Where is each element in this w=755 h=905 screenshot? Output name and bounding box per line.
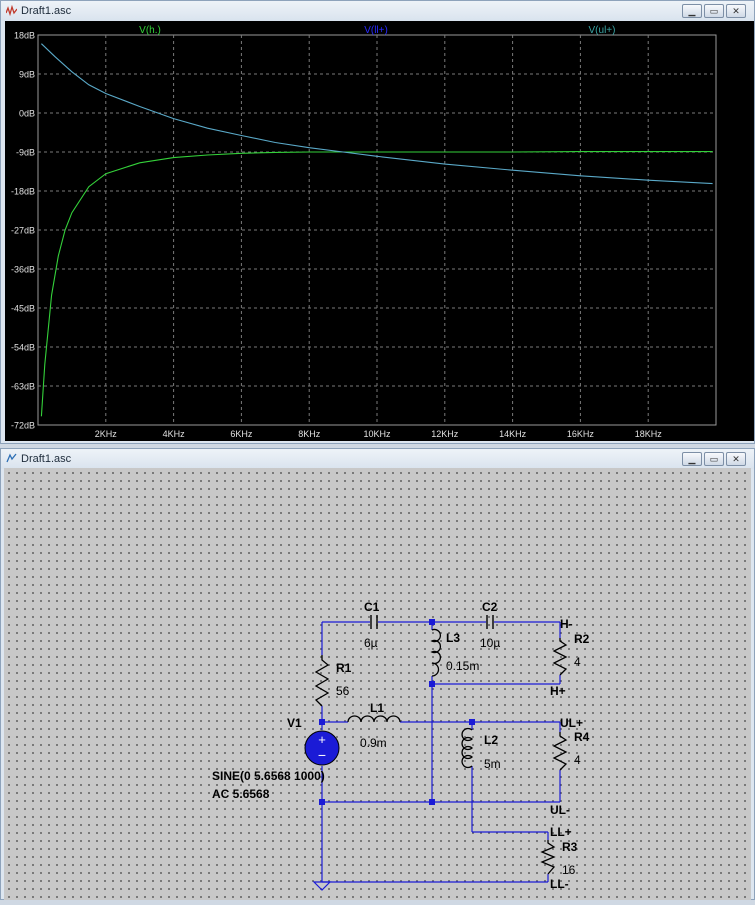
net-label-h-plus: H+ — [550, 684, 566, 698]
l2-name: L2 — [484, 733, 498, 747]
trace-label-h[interactable]: V(h.) — [139, 25, 161, 36]
inductor-l2[interactable] — [461, 727, 473, 769]
x-tick-label: 2KHz — [95, 429, 118, 439]
inductor-l1[interactable] — [347, 715, 401, 723]
c1-value: 6µ — [364, 636, 378, 650]
plot-window-title: Draft1.asc — [21, 5, 72, 17]
waveform-chart[interactable]: 18dB 9dB 0dB -9dB -18dB -27dB -36dB -45dB -54dB -… — [5, 21, 754, 441]
y-tick-label: -54dB — [11, 343, 35, 353]
net-label-h-minus: H- — [560, 617, 573, 631]
schematic-window-titlebar[interactable]: Draft1.asc ▁ ▭ ✕ — [1, 449, 754, 469]
y-tick-label: -72dB — [11, 421, 35, 431]
r1-name: R1 — [336, 661, 352, 675]
y-tick-label: -27dB — [11, 226, 35, 236]
x-tick-label: 6KHz — [230, 429, 253, 439]
y-tick-label: 18dB — [14, 31, 35, 41]
y-tick-label: 0dB — [19, 109, 35, 119]
v1-name: V1 — [287, 716, 302, 730]
x-axis-labels: 2KHz 4KHz 6KHz 8KHz 10KHz 12KHz 14KHz 16KHz 18KH… — [95, 429, 662, 439]
r2-name: R2 — [574, 632, 590, 646]
y-tick-label: -18dB — [11, 187, 35, 197]
close-button[interactable]: ✕ — [726, 4, 746, 18]
circuit-diagram[interactable]: + − C1 6µ C2 10µ L3 0.15m L1 0.9m L2 5m … — [4, 468, 751, 900]
c2-value: 10µ — [480, 636, 500, 650]
junctions — [319, 619, 475, 805]
inductor-l3[interactable] — [430, 628, 442, 677]
c1-name: C1 — [364, 600, 380, 614]
y-tick-label: 9dB — [19, 70, 35, 80]
r1-value: 56 — [336, 684, 350, 698]
waveform-icon — [6, 5, 17, 16]
x-tick-label: 18KHz — [635, 429, 663, 439]
plot-window-titlebar[interactable]: Draft1.asc ▁ ▭ ✕ — [1, 1, 754, 21]
close-icon: ✕ — [732, 453, 740, 464]
c2-name: C2 — [482, 600, 498, 614]
net-label-ll-plus: LL+ — [550, 825, 572, 839]
minimize-button[interactable]: ▁ — [682, 4, 702, 18]
minimize-button[interactable]: ▁ — [682, 452, 702, 466]
y-tick-label: -63dB — [11, 382, 35, 392]
x-tick-label: 14KHz — [499, 429, 527, 439]
resistor-r4[interactable] — [552, 732, 568, 771]
minimize-icon: ▁ — [688, 453, 696, 464]
r4-value: 4 — [574, 753, 581, 767]
trace-label-ll[interactable]: V(ll+) — [364, 25, 388, 36]
waveform-plot[interactable]: 18dB 9dB 0dB -9dB -18dB -27dB -36dB -45dB -54dB -… — [5, 21, 754, 441]
y-axis-labels: 18dB 9dB 0dB -9dB -18dB -27dB -36dB -45dB -54dB -… — [11, 31, 35, 431]
net-label-ll-minus: LL- — [550, 877, 569, 891]
plot-window: Draft1.asc ▁ ▭ ✕ 18dB 9dB 0dB -9dB -18dB -27d… — [0, 0, 755, 444]
net-label-ul-minus: UL- — [550, 803, 570, 817]
y-tick-label: -9dB — [16, 148, 35, 158]
restore-button[interactable]: ▭ — [704, 4, 724, 18]
r3-name: R3 — [562, 840, 578, 854]
r3-value: 16 — [562, 863, 576, 877]
y-tick-label: -36dB — [11, 265, 35, 275]
l2-value: 5m — [484, 757, 501, 771]
svg-text:−: − — [318, 747, 326, 763]
x-tick-label: 4KHz — [163, 429, 186, 439]
resistor-r3[interactable] — [540, 840, 556, 875]
l1-value: 0.9m — [360, 736, 387, 750]
resistor-r2[interactable] — [552, 638, 568, 676]
v1-sine-spec: SINE(0 5.6568 1000) — [212, 769, 325, 783]
x-tick-label: 12KHz — [431, 429, 459, 439]
r4-name: R4 — [574, 730, 590, 744]
minimize-icon: ▁ — [688, 5, 696, 16]
schematic-window-title: Draft1.asc — [21, 453, 72, 465]
capacitor-c2[interactable] — [486, 615, 494, 629]
r2-value: 4 — [574, 655, 581, 669]
v1-ac-spec: AC 5.6568 — [212, 787, 270, 801]
voltage-source-v1[interactable]: + − — [304, 730, 340, 766]
y-tick-label: -45dB — [11, 304, 35, 314]
l3-name: L3 — [446, 631, 460, 645]
l3-value: 0.15m — [446, 659, 479, 673]
capacitor-c1[interactable] — [370, 615, 378, 629]
restore-button[interactable]: ▭ — [704, 452, 724, 466]
wires — [321, 621, 561, 883]
restore-icon: ▭ — [709, 453, 719, 464]
x-tick-label: 16KHz — [567, 429, 595, 439]
l1-name: L1 — [370, 701, 384, 715]
resistor-r1[interactable] — [314, 655, 330, 707]
svg-text:+: + — [318, 732, 326, 747]
schematic-canvas[interactable]: + − C1 6µ C2 10µ L3 0.15m L1 0.9m L2 5m … — [4, 468, 751, 900]
restore-icon: ▭ — [709, 5, 719, 16]
plot-grid — [37, 34, 717, 426]
ground-icon — [312, 881, 332, 891]
x-tick-label: 10KHz — [363, 429, 391, 439]
close-button[interactable]: ✕ — [726, 452, 746, 466]
trace-label-ul[interactable]: V(ul+) — [589, 25, 616, 36]
close-icon: ✕ — [732, 5, 740, 16]
x-tick-label: 8KHz — [298, 429, 321, 439]
net-label-ul-plus: UL+ — [560, 716, 583, 730]
schematic-icon — [6, 453, 17, 463]
